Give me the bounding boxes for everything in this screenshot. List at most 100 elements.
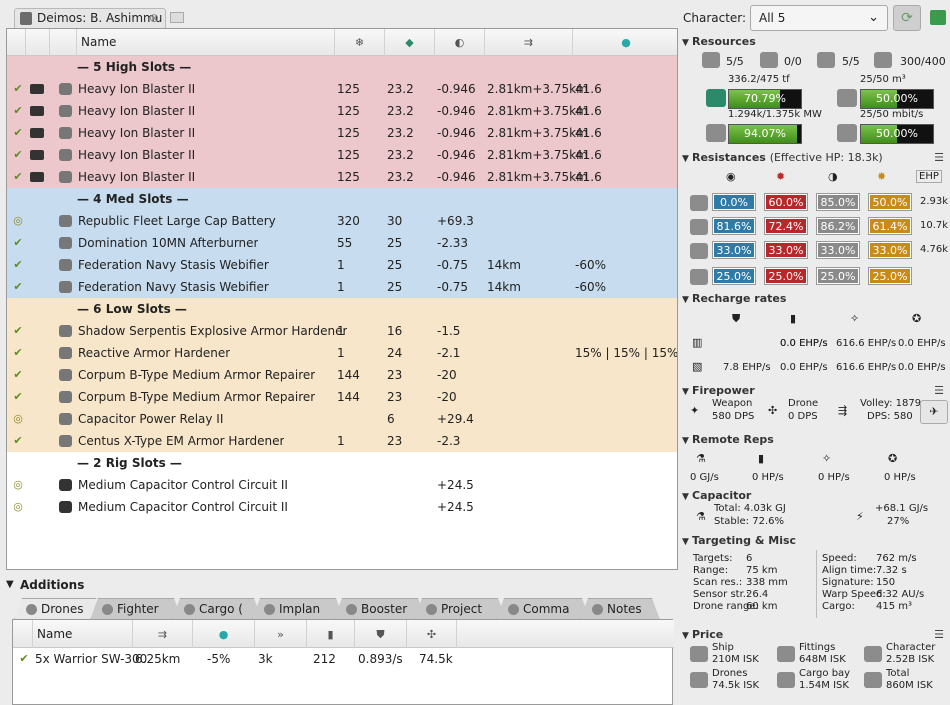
active-check-icon[interactable]: ✔ — [12, 232, 24, 254]
drone-volley-header[interactable]: ✣ — [407, 620, 457, 648]
tab-implan[interactable]: Implan — [252, 598, 344, 620]
armor-repair-icon: ✧ — [850, 312, 860, 325]
drone-state-header[interactable] — [13, 620, 33, 648]
targeting-header[interactable]: ▼ Targeting & Misc — [682, 534, 796, 547]
module-row[interactable]: ✔ Federation Navy Stasis Webifier 1 25 -0.75… — [7, 276, 677, 298]
active-check-icon[interactable]: ✔ — [12, 386, 24, 408]
active-check-icon[interactable]: ✔ — [12, 166, 24, 188]
speed-icon: » — [277, 628, 284, 641]
charge-icon[interactable] — [30, 172, 44, 182]
active-check-icon[interactable]: ✔ — [12, 254, 24, 276]
price-total-icon — [864, 672, 882, 688]
slot-icon-col-header[interactable] — [50, 29, 77, 56]
misc-col-header[interactable]: ● — [573, 29, 677, 56]
active-check-icon[interactable]: ✔ — [12, 78, 24, 100]
character-select[interactable]: All 5 ⌄ — [750, 5, 888, 31]
state-col-header[interactable] — [7, 29, 26, 56]
active-check-icon[interactable]: ✔ — [12, 144, 24, 166]
drone-range-header[interactable]: ⇉ — [133, 620, 193, 648]
charge-icon[interactable] — [30, 150, 44, 160]
menu-icon[interactable]: ☰ — [934, 384, 944, 397]
charge-icon[interactable] — [30, 106, 44, 116]
tab-fighter[interactable]: Fighter — [90, 598, 182, 620]
firepower-header[interactable]: ▼ Firepower — [682, 384, 755, 397]
price-header[interactable]: ▼ Price — [682, 628, 723, 641]
fit-tab[interactable]: Deimos: B. Ashimmu ⊗ — [14, 8, 166, 28]
drone-dps-header[interactable]: ⛊ — [355, 620, 407, 648]
drone-speed-header[interactable]: » — [255, 620, 307, 648]
module-row[interactable]: ✔ Heavy Ion Blaster II 125 23.2 -0.946 2.81km… — [7, 166, 677, 188]
damage-pattern-button[interactable]: ✈ — [920, 400, 948, 424]
tab-comma[interactable]: Comma — [496, 598, 590, 620]
active-check-icon[interactable]: ✔ — [18, 648, 30, 670]
resistances-header[interactable]: ▼ Resistances (Effective HP: 18.3k) — [682, 151, 883, 164]
module-row[interactable]: ✔ Shadow Serpentis Explosive Armor Harden… — [7, 320, 677, 342]
module-stat-c5: 41.6 — [575, 82, 602, 96]
active-check-icon[interactable]: ✔ — [12, 364, 24, 386]
export-icon[interactable] — [930, 10, 946, 25]
additions-header[interactable]: ▼ Additions — [0, 576, 680, 596]
active-check-icon[interactable]: ✔ — [12, 430, 24, 452]
tab-cargo[interactable]: Cargo ( — [172, 598, 262, 620]
capacitor-col-header[interactable]: ◐ — [435, 29, 485, 56]
resist-value: 33.0% — [712, 241, 756, 259]
drone-row[interactable]: ✔ 5x Warrior SW-300 6.25km -5% 3k 212 0.… — [13, 648, 685, 672]
tab-notes[interactable]: Notes — [580, 598, 660, 620]
resources-header[interactable]: ▼ Resources — [682, 35, 756, 48]
module-row[interactable]: ✔ Domination 10MN Afterburner 55 25 -2.33 — [7, 232, 677, 254]
module-name: Shadow Serpentis Explosive Armor Hardene… — [78, 324, 348, 338]
close-icon[interactable]: ⊗ — [149, 9, 159, 28]
tab-booster[interactable]: Booster — [334, 598, 426, 620]
active-check-icon[interactable]: ✔ — [12, 320, 24, 342]
module-stat-c2: 23 — [387, 368, 403, 382]
active-check-icon[interactable]: ✔ — [12, 276, 24, 298]
drones-active: 5/5 — [842, 55, 860, 68]
charge-icon[interactable] — [30, 128, 44, 138]
powergrid-col-header[interactable]: ◆ — [385, 29, 435, 56]
passive-state-icon[interactable]: ◎ — [12, 210, 24, 232]
cpu-col-header[interactable]: ❄ — [335, 29, 385, 56]
module-row[interactable]: ◎ Medium Capacitor Control Circuit II +24.… — [7, 496, 677, 518]
range-col-header[interactable]: ⇉ — [485, 29, 573, 56]
passive-state-icon[interactable]: ◎ — [12, 474, 24, 496]
module-row[interactable]: ✔ Centus X-Type EM Armor Hardener 1 23 -2.3 — [7, 430, 677, 452]
module-stat-c5: 41.6 — [575, 104, 602, 118]
passive-state-icon[interactable]: ◎ — [12, 496, 24, 518]
module-row[interactable]: ✔ Heavy Ion Blaster II 125 23.2 -0.946 2.81km… — [7, 122, 677, 144]
active-check-icon[interactable]: ✔ — [12, 100, 24, 122]
active-check-icon[interactable]: ✔ — [12, 342, 24, 364]
module-row[interactable]: ✔ Heavy Ion Blaster II 125 23.2 -0.946 2.81km… — [7, 100, 677, 122]
new-tab-button[interactable] — [170, 12, 184, 23]
drone-tracking-header[interactable]: ● — [193, 620, 255, 648]
charge-icon[interactable] — [30, 84, 44, 94]
module-stat-c1: 144 — [337, 390, 360, 404]
module-row[interactable]: ✔ Reactive Armor Hardener 1 24 -2.1 15% | 15%… — [7, 342, 677, 364]
charge-col-header[interactable] — [26, 29, 50, 56]
module-name: Corpum B-Type Medium Armor Repairer — [78, 390, 316, 404]
remote-reps-header[interactable]: ▼ Remote Reps — [682, 433, 774, 446]
module-table: Name ❄ ◆ ◐ ⇉ ● — 5 High Slots — ✔ Heavy Io… — [6, 28, 678, 570]
tab-drones[interactable]: Drones — [14, 598, 104, 620]
tab-project[interactable]: Project — [414, 598, 506, 620]
menu-icon[interactable]: ☰ — [934, 628, 944, 641]
refresh-button[interactable]: ⟳ — [893, 5, 921, 31]
module-row[interactable]: ◎ Capacitor Power Relay II 6 +29.4 — [7, 408, 677, 430]
drone-name-header[interactable]: Name — [33, 620, 133, 648]
module-stat-c1: 1 — [337, 434, 345, 448]
module-row[interactable]: ✔ Heavy Ion Blaster II 125 23.2 -0.946 2.81km… — [7, 78, 677, 100]
menu-icon[interactable]: ☰ — [934, 151, 944, 164]
passive-state-icon[interactable]: ◎ — [12, 408, 24, 430]
module-row[interactable]: ✔ Corpum B-Type Medium Armor Repairer 144 2… — [7, 364, 677, 386]
module-row[interactable]: ✔ Federation Navy Stasis Webifier 1 25 -0.75… — [7, 254, 677, 276]
module-row[interactable]: ◎ Republic Fleet Large Cap Battery 320 30 +6… — [7, 210, 677, 232]
active-check-icon[interactable]: ✔ — [12, 122, 24, 144]
capacitor-header[interactable]: ▼ Capacitor — [682, 489, 751, 502]
recharge-header[interactable]: ▼ Recharge rates — [682, 292, 786, 305]
module-row[interactable]: ✔ Heavy Ion Blaster II 125 23.2 -0.946 2.81km… — [7, 144, 677, 166]
name-col-header[interactable]: Name — [77, 29, 335, 56]
drone-hp-header[interactable]: ▮ — [307, 620, 355, 648]
hull-icon — [690, 243, 708, 259]
module-row[interactable]: ✔ Corpum B-Type Medium Armor Repairer 144 2… — [7, 386, 677, 408]
module-row[interactable]: ◎ Medium Capacitor Control Circuit II +24.… — [7, 474, 677, 496]
bandwidth-label: 25/50 mbit/s — [860, 109, 924, 120]
